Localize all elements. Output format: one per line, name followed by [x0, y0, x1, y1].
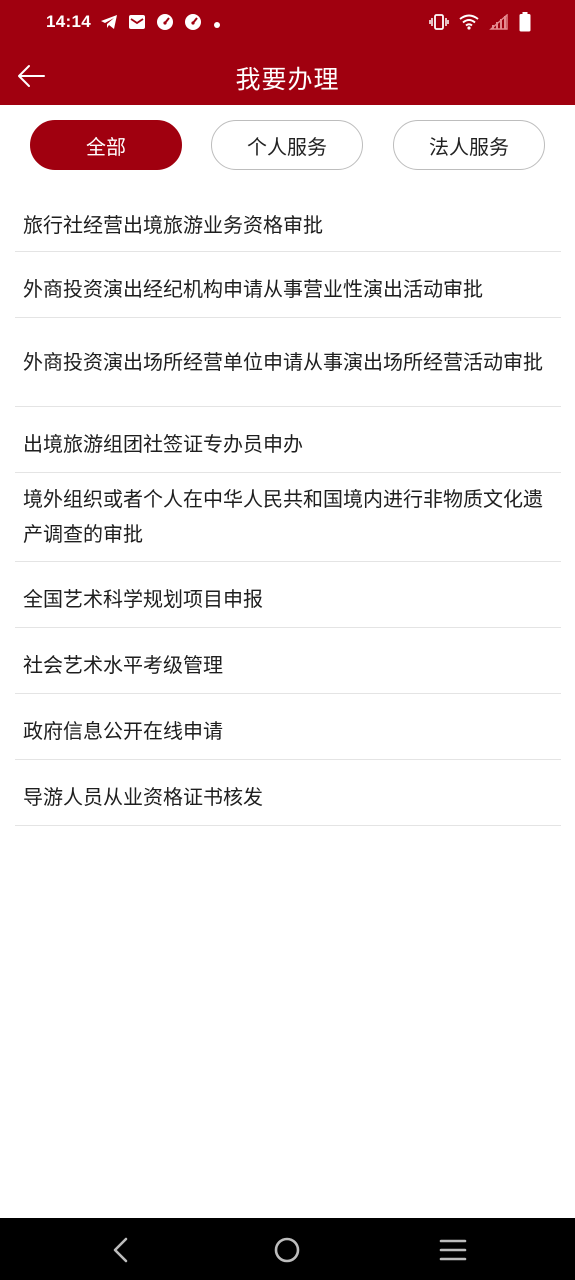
signal-icon	[489, 13, 509, 34]
page-title: 我要办理	[235, 65, 340, 94]
list-item[interactable]: 外商投资演出经纪机构申请从事营业性演出活动审批	[15, 252, 561, 318]
gauge-icon	[156, 13, 174, 35]
list-item[interactable]: 境外组织或者个人在中华人民共和国境内进行非物质文化遗产调查的审批	[15, 473, 561, 562]
nav-back-button[interactable]	[101, 1230, 141, 1270]
list-item[interactable]: 社会艺术水平考级管理	[15, 628, 561, 694]
vibrate-icon	[429, 13, 449, 35]
list-item-label: 全国艺术科学规划项目申报	[23, 587, 263, 611]
status-bar: 14:14	[0, 0, 575, 48]
list-item-label: 旅行社经营出境旅游业务资格审批	[23, 213, 323, 237]
nav-menu-button[interactable]	[433, 1230, 473, 1270]
tab-all[interactable]: 全部	[30, 120, 182, 170]
list-item-label: 出境旅游组团社签证专办员申办	[23, 432, 303, 456]
app-header: 我要办理	[0, 48, 575, 105]
list-item-label: 外商投资演出场所经营单位申请从事演出场所经营活动审批	[23, 349, 543, 374]
status-left-icons	[100, 13, 222, 35]
list-item[interactable]: 外商投资演出场所经营单位申请从事演出场所经营活动审批	[15, 318, 561, 407]
status-right-icons	[429, 12, 531, 36]
tab-legal-entity-service[interactable]: 法人服务	[393, 120, 545, 170]
battery-icon	[519, 12, 531, 36]
filter-tabs: 全部 个人服务 法人服务	[0, 120, 575, 172]
list-item[interactable]: 出境旅游组团社签证专办员申办	[15, 407, 561, 473]
home-icon	[274, 1237, 300, 1263]
list-item-label: 境外组织或者个人在中华人民共和国境内进行非物质文化遗产调查的审批	[23, 487, 543, 546]
back-icon	[113, 1237, 128, 1263]
tab-personal-service[interactable]: 个人服务	[211, 120, 363, 170]
list-item-label: 导游人员从业资格证书核发	[23, 785, 263, 809]
tab-label: 全部	[86, 134, 126, 159]
list-item-label: 外商投资演出经纪机构申请从事营业性演出活动审批	[23, 277, 483, 301]
tab-label: 个人服务	[247, 134, 327, 159]
list-item[interactable]: 政府信息公开在线申请	[15, 694, 561, 760]
list-item[interactable]: 旅行社经营出境旅游业务资格审批	[15, 196, 561, 252]
telegram-icon	[100, 14, 118, 34]
system-nav-bar	[0, 1218, 575, 1280]
mail-icon	[128, 14, 146, 34]
list-item[interactable]: 全国艺术科学规划项目申报	[15, 562, 561, 628]
nav-home-button[interactable]	[267, 1230, 307, 1270]
screen: 14:14 我要办理 全部 个人服务 法人服务 旅行社经营出境旅游业务资格审批 …	[0, 0, 575, 1280]
list-item-label: 政府信息公开在线申请	[23, 719, 223, 743]
service-list: 旅行社经营出境旅游业务资格审批 外商投资演出经纪机构申请从事营业性演出活动审批 …	[15, 196, 561, 826]
dot-icon	[212, 15, 222, 34]
tab-label: 法人服务	[429, 134, 509, 159]
list-item[interactable]: 导游人员从业资格证书核发	[15, 760, 561, 826]
list-item-label: 社会艺术水平考级管理	[23, 653, 223, 677]
menu-icon	[439, 1239, 467, 1261]
wifi-icon	[459, 14, 479, 34]
status-time: 14:14	[46, 12, 91, 31]
gauge-icon	[184, 13, 202, 35]
